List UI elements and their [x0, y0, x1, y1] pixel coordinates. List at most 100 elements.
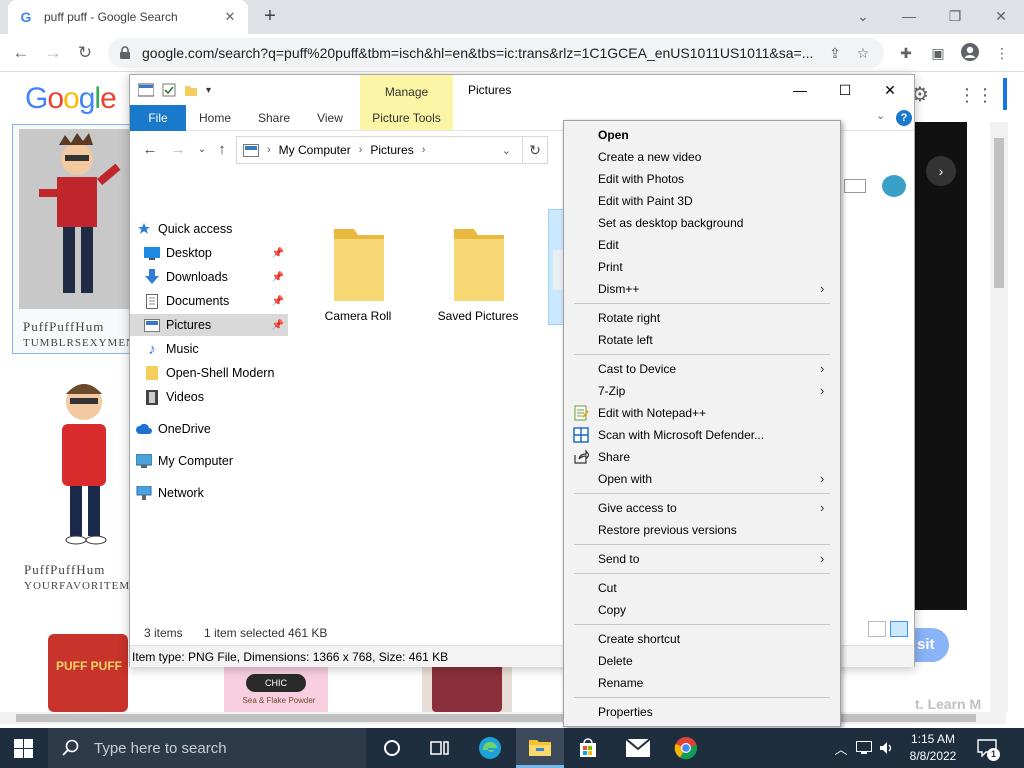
explorer-address-bar[interactable]: › My Computer › Pictures › ⌄ — [236, 136, 548, 164]
image-result-2[interactable]: PuffPuffHum YOURFAVORITEM — [12, 368, 130, 598]
share-page-icon[interactable]: ⇪ — [824, 45, 846, 62]
google-logo[interactable]: Google — [25, 82, 117, 116]
menu-item-scan-with-microsoft-defender[interactable]: Scan with Microsoft Defender... — [564, 424, 840, 446]
menu-item-edit[interactable]: Edit — [564, 234, 840, 256]
menu-item-cut[interactable]: Cut — [564, 577, 840, 599]
taskbar-clock[interactable]: 1:15 AM 8/8/2022 — [900, 731, 966, 765]
tab-file[interactable]: File — [130, 105, 186, 131]
menu-item-cast-to-device[interactable]: Cast to Device › — [564, 358, 840, 380]
forward-button[interactable]: → — [40, 40, 66, 66]
taskbar-search-box[interactable]: Type here to search — [48, 728, 366, 768]
breadcrumb-my-computer[interactable]: My Computer — [279, 143, 351, 157]
menu-item-edit-with-notepad[interactable]: Edit with Notepad++ — [564, 402, 840, 424]
explorer-back-icon[interactable]: ← — [140, 141, 160, 159]
help-icon[interactable]: ? — [896, 110, 912, 126]
menu-item-rotate-right[interactable]: Rotate right — [564, 307, 840, 329]
nav-documents[interactable]: Documents 📌 — [144, 290, 288, 312]
microsoft-store-icon[interactable] — [564, 728, 612, 768]
menu-item-give-access-to[interactable]: Give access to › — [564, 497, 840, 519]
new-folder-icon[interactable] — [184, 83, 198, 97]
image-result-1[interactable]: PuffPuffHum TUMBLRSEXYMEN — [12, 124, 130, 354]
explorer-forward-icon[interactable]: → — [168, 141, 188, 159]
explorer-maximize-icon[interactable]: ☐ — [827, 79, 863, 101]
menu-item-7-zip[interactable]: 7-Zip › — [564, 380, 840, 402]
address-dropdown-icon[interactable]: ⌄ — [502, 144, 511, 157]
menu-item-share[interactable]: Share — [564, 446, 840, 468]
menu-item-restore-previous-versions[interactable]: Restore previous versions — [564, 519, 840, 541]
nav-downloads[interactable]: Downloads 📌 — [144, 266, 288, 288]
learn-more-link[interactable]: t. Learn More — [915, 696, 981, 712]
volume-icon[interactable] — [876, 728, 898, 768]
nav-my-computer[interactable]: My Computer — [136, 450, 294, 472]
page-vertical-scrollbar[interactable] — [990, 122, 1008, 712]
task-view-icon[interactable] — [416, 728, 464, 768]
bookmark-star-icon[interactable]: ☆ — [852, 45, 874, 62]
image-result-3[interactable]: PUFF PUFF — [20, 616, 130, 712]
reload-button[interactable]: ↻ — [72, 40, 98, 66]
nav-desktop[interactable]: Desktop 📌 — [144, 242, 288, 264]
nav-onedrive[interactable]: OneDrive — [136, 418, 294, 440]
menu-item-edit-with-paint-3d[interactable]: Edit with Paint 3D — [564, 190, 840, 212]
start-button[interactable] — [0, 728, 48, 768]
menu-item-print[interactable]: Print — [564, 256, 840, 278]
menu-item-rotate-left[interactable]: Rotate left — [564, 329, 840, 351]
network-status-icon[interactable] — [852, 728, 876, 768]
address-bar[interactable]: google.com/search?q=puff%20puff&tbm=isch… — [108, 38, 884, 68]
shell-logo-icon[interactable] — [882, 175, 906, 197]
mail-icon[interactable] — [614, 728, 662, 768]
url-text[interactable]: google.com/search?q=puff%20puff&tbm=isch… — [142, 45, 818, 61]
properties-check-icon[interactable] — [162, 83, 176, 97]
restore-icon[interactable]: ❐ — [940, 4, 970, 28]
menu-item-rename[interactable]: Rename — [564, 672, 840, 694]
nav-pictures[interactable]: Pictures 📌 — [130, 314, 288, 336]
pin-icon[interactable]: 📌 — [272, 320, 284, 331]
nav-network[interactable]: Network — [136, 482, 294, 504]
nav-open-shell-modern[interactable]: Open-Shell Modern — [144, 362, 288, 384]
menu-item-send-to[interactable]: Send to › — [564, 548, 840, 570]
tab-home[interactable]: Home — [190, 105, 240, 131]
menu-item-copy[interactable]: Copy — [564, 599, 840, 621]
folder-saved-pictures[interactable]: Saved Pictures — [428, 215, 528, 325]
menu-item-open-with[interactable]: Open with › — [564, 468, 840, 490]
menu-item-create-shortcut[interactable]: Create shortcut — [564, 628, 840, 650]
menu-item-delete[interactable]: Delete — [564, 650, 840, 672]
apps-grid-icon[interactable]: ⋮⋮ — [958, 84, 994, 106]
extensions-puzzle-icon[interactable]: ✚ — [894, 42, 918, 64]
back-button[interactable]: ← — [8, 40, 34, 66]
file-explorer-taskbar-icon[interactable] — [516, 728, 564, 768]
visit-button[interactable]: sit — [915, 628, 949, 662]
ribbon-expand-chevron-icon[interactable]: ⌄ — [876, 109, 885, 122]
explorer-minimize-icon[interactable]: — — [782, 79, 818, 101]
edge-browser-icon[interactable] — [466, 728, 514, 768]
menu-item-dism[interactable]: Dism++ › — [564, 278, 840, 300]
page-horizontal-scrollbar[interactable] — [0, 712, 1006, 724]
breadcrumb-pictures[interactable]: Pictures — [370, 143, 413, 157]
sign-in-button-edge[interactable] — [1003, 78, 1007, 110]
menu-item-create-a-new-video[interactable]: Create a new video — [564, 146, 840, 168]
browser-tab[interactable]: G puff puff - Google Search ✕ — [8, 0, 248, 34]
tab-close-icon[interactable]: ✕ — [222, 9, 238, 25]
pin-icon[interactable]: 📌 — [272, 296, 284, 307]
qat-dropdown-icon[interactable]: ▾ — [206, 85, 211, 96]
manage-tab[interactable]: Manage — [360, 85, 453, 99]
cortana-icon[interactable] — [368, 728, 416, 768]
tab-picture-tools[interactable]: Picture Tools — [360, 105, 453, 131]
refresh-icon[interactable]: ↻ — [522, 136, 548, 164]
menu-item-edit-with-photos[interactable]: Edit with Photos — [564, 168, 840, 190]
nav-videos[interactable]: Videos — [144, 386, 288, 408]
preview-pane-icon[interactable] — [844, 179, 866, 193]
side-panel-icon[interactable]: ▣ — [926, 42, 950, 64]
up-folder-icon[interactable]: ↑ — [212, 141, 232, 159]
next-image-icon[interactable]: › — [926, 156, 956, 186]
pin-icon[interactable]: 📌 — [272, 272, 284, 283]
close-window-icon[interactable]: ✕ — [986, 4, 1016, 28]
explorer-close-icon[interactable]: ✕ — [872, 79, 908, 101]
tab-share[interactable]: Share — [248, 105, 300, 131]
menu-item-set-as-desktop-background[interactable]: Set as desktop background — [564, 212, 840, 234]
menu-item-open[interactable]: Open — [564, 124, 840, 146]
chrome-taskbar-icon[interactable] — [662, 728, 710, 768]
details-view-icon[interactable] — [868, 621, 886, 637]
tab-view[interactable]: View — [306, 105, 354, 131]
profile-avatar-icon[interactable] — [958, 42, 982, 64]
folder-camera-roll[interactable]: Camera Roll — [308, 215, 408, 325]
